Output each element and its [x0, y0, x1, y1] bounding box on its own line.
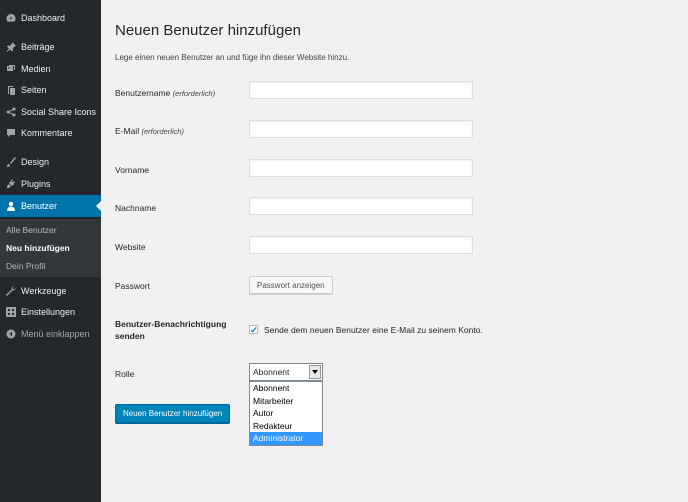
- add-user-button[interactable]: Neuen Benutzer hinzufügen: [115, 404, 231, 423]
- firstname-label: Vorname: [115, 165, 150, 175]
- sidebar-item-tools[interactable]: Werkzeuge: [0, 280, 101, 302]
- lastname-label: Nachname: [115, 203, 157, 213]
- sidebar-item-label: Medien: [21, 64, 51, 74]
- username-input[interactable]: [249, 81, 473, 99]
- submenu-all-users[interactable]: Alle Benutzer: [6, 225, 57, 235]
- users-submenu: Alle Benutzer Neu hinzufügen Dein Profil: [0, 219, 101, 277]
- submenu-your-profile[interactable]: Dein Profil: [6, 261, 45, 271]
- sidebar-item-social-share-icons[interactable]: Social Share Icons: [0, 101, 101, 123]
- sidebar-item-label: Social Share Icons: [21, 107, 97, 117]
- role-dropdown-list: Abonnent Mitarbeiter Autor Redakteur Adm…: [249, 381, 323, 446]
- role-option-administrator[interactable]: Administrator: [250, 432, 322, 445]
- main-content: Neuen Benutzer hinzufügen Lege einen neu…: [101, 0, 688, 502]
- sidebar-item-design[interactable]: Design: [0, 151, 101, 173]
- wrench-icon: [5, 286, 16, 297]
- password-label: Passwort: [115, 281, 150, 291]
- share-icon: [5, 107, 16, 118]
- sidebar-item-label: Einstellungen: [21, 307, 76, 317]
- username-label: Benutzername (erforderlich): [115, 88, 216, 98]
- lastname-input[interactable]: [249, 197, 473, 215]
- email-input[interactable]: [249, 120, 473, 138]
- sidebar-item-label: Beiträge: [21, 42, 55, 52]
- collapse-menu-button[interactable]: Menü einklappen: [0, 323, 101, 345]
- sidebar-item-comments[interactable]: Kommentare: [0, 122, 101, 144]
- email-label: E-Mail (erforderlich): [115, 126, 184, 136]
- sidebar-item-label: Design: [21, 157, 50, 167]
- show-password-button[interactable]: Passwort anzeigen: [249, 276, 333, 294]
- send-notification-checkbox[interactable]: [249, 325, 258, 334]
- sidebar-item-label: Werkzeuge: [21, 286, 67, 296]
- role-option-author[interactable]: Autor: [250, 407, 322, 420]
- settings-icon: [5, 307, 16, 318]
- sidebar-item-users[interactable]: Benutzer: [0, 195, 101, 217]
- page-intro: Lege einen neuen Benutzer an und füge ih…: [115, 53, 350, 62]
- role-label: Rolle: [115, 369, 135, 379]
- sidebar-item-label: Dashboard: [21, 13, 66, 23]
- notification-label: Benutzer-Benachrichtigung senden: [115, 319, 227, 341]
- sidebar-item-dashboard[interactable]: Dashboard: [0, 7, 101, 29]
- checkmark-icon: [250, 326, 257, 333]
- website-input[interactable]: [249, 236, 473, 254]
- firstname-input[interactable]: [249, 159, 473, 177]
- comment-icon: [5, 128, 16, 139]
- sidebar-item-media[interactable]: Medien: [0, 58, 101, 80]
- sidebar-item-pages[interactable]: Seiten: [0, 79, 101, 101]
- admin-sidebar: Dashboard Beiträge Medien Seiten Social …: [0, 0, 101, 502]
- sidebar-item-label: Benutzer: [21, 201, 58, 211]
- role-option-contributor[interactable]: Mitarbeiter: [250, 395, 322, 408]
- sidebar-item-posts[interactable]: Beiträge: [0, 36, 101, 58]
- sidebar-item-label: Menü einklappen: [21, 329, 90, 339]
- pages-icon: [5, 85, 16, 96]
- role-option-subscriber[interactable]: Abonnent: [250, 382, 322, 395]
- chevron-down-icon[interactable]: [309, 365, 321, 379]
- sidebar-item-plugins[interactable]: Plugins: [0, 173, 101, 195]
- user-icon: [5, 201, 16, 212]
- dashboard-icon: [5, 13, 16, 24]
- role-select[interactable]: Abonnent: [249, 363, 323, 381]
- role-selected-value: Abonnent: [253, 367, 290, 377]
- website-label: Website: [115, 242, 146, 252]
- media-icon: [5, 64, 16, 75]
- collapse-icon: [5, 329, 16, 340]
- sidebar-item-label: Seiten: [21, 85, 47, 95]
- plugin-icon: [5, 179, 16, 190]
- sidebar-item-label: Plugins: [21, 179, 51, 189]
- send-notification-label[interactable]: Sende dem neuen Benutzer eine E-Mail zu …: [264, 325, 483, 335]
- page-title: Neuen Benutzer hinzufügen: [115, 22, 301, 39]
- role-option-editor[interactable]: Redakteur: [250, 420, 322, 433]
- pushpin-icon: [5, 42, 16, 53]
- paintbrush-icon: [5, 157, 16, 168]
- sidebar-item-settings[interactable]: Einstellungen: [0, 301, 101, 323]
- sidebar-item-label: Kommentare: [21, 128, 73, 138]
- submenu-add-new[interactable]: Neu hinzufügen: [6, 243, 70, 253]
